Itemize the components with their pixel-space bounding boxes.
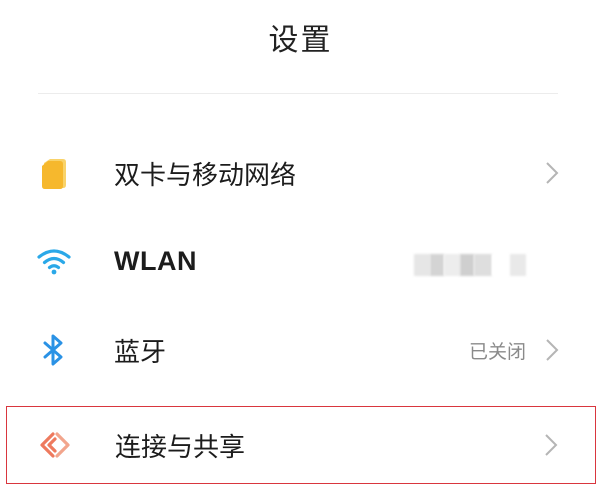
settings-item-connection-sharing[interactable]: 连接与共享 [6,406,596,484]
settings-item-dual-sim[interactable]: 双卡与移动网络 [6,130,596,216]
bluetooth-icon [36,332,72,368]
page-title: 设置 [268,23,333,58]
header-bar: 设置 [0,0,601,80]
settings-item-wlan[interactable]: WLAN [6,218,596,304]
header-divider [38,93,558,94]
chevron-right-icon [546,162,559,184]
chevron-right-icon [545,434,558,456]
settings-item-label: 蓝牙 [114,337,167,368]
chevron-right-icon [546,339,559,361]
bluetooth-status: 已关闭 [468,340,526,363]
settings-item-label: 连接与共享 [115,432,246,463]
obscured-network-name [414,254,526,276]
wifi-icon [36,243,72,279]
settings-item-label: 双卡与移动网络 [114,160,297,191]
settings-item-label: WLAN [114,245,197,276]
settings-item-bluetooth[interactable]: 蓝牙 已关闭 [6,307,596,393]
connection-sharing-icon [37,427,73,463]
sim-card-icon [36,155,72,191]
